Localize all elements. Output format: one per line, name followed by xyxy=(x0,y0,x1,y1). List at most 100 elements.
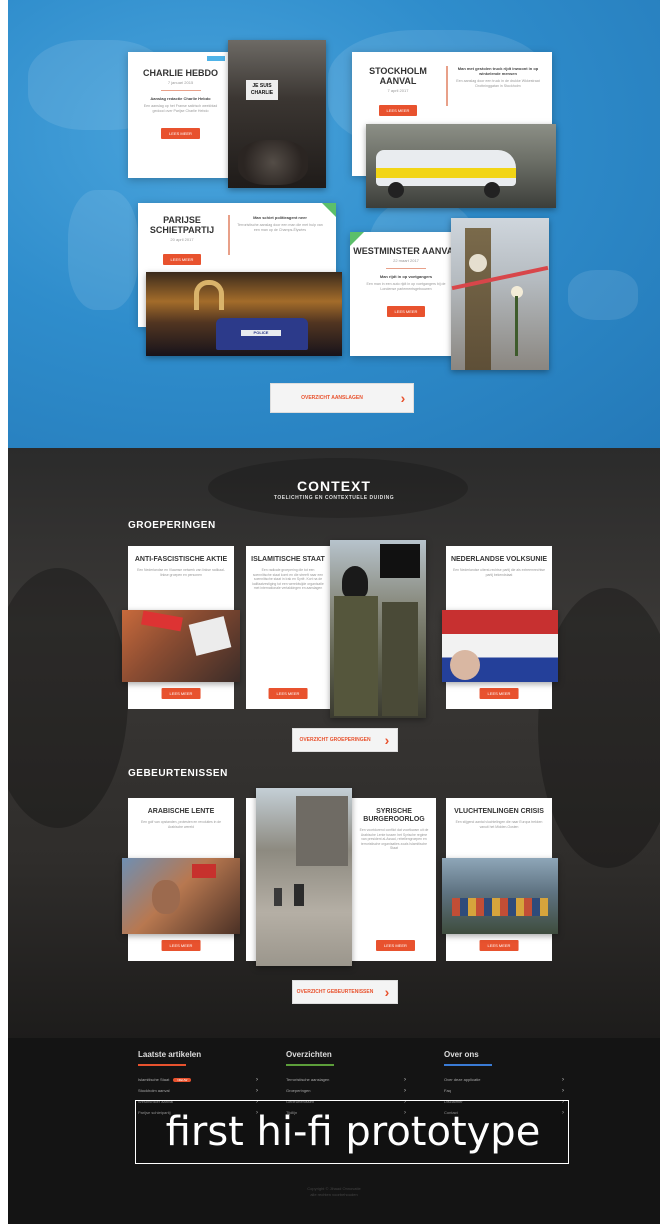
card-date: 20 april 2017 xyxy=(170,237,194,242)
attack-card-westminster[interactable]: WESTMINSTER AANVAL 22 maart 2017 Man rij… xyxy=(350,232,462,356)
card-title: CHARLIE HEBDO xyxy=(142,68,218,78)
footer-link[interactable]: Groeperingen › xyxy=(286,1085,406,1096)
new-badge: NIEUW xyxy=(173,1078,192,1082)
footer-heading: Overzichten xyxy=(286,1050,332,1059)
big-ben-tower xyxy=(465,228,491,370)
police-car-stripe xyxy=(376,168,516,178)
big-ben-photo xyxy=(451,218,549,370)
chevron-right-icon: › xyxy=(562,1087,564,1094)
clock-face xyxy=(469,254,487,272)
footer-link-label: Over deze applicatie xyxy=(444,1077,481,1082)
groups-heading: GROEPERINGEN xyxy=(128,520,216,531)
card-title: ARABISCHE LENTE xyxy=(147,808,215,815)
card-divider xyxy=(228,215,230,255)
read-more-button[interactable]: LEES MEER xyxy=(376,940,415,951)
read-more-button[interactable]: LEES MEER xyxy=(162,254,202,265)
attack-card-charlie-hebdo[interactable]: CHARLIE HEBDO 7 januari 2015 Aanslag red… xyxy=(128,52,233,178)
card-title: PARIJSE SCHIETPARTIJ xyxy=(149,215,215,235)
card-subtitle: Aanslag redactie Charlie Hebdo xyxy=(150,96,211,101)
fighter-body xyxy=(382,602,418,716)
read-more-button[interactable]: LEES MEER xyxy=(161,688,201,699)
stockholm-police-car-photo xyxy=(366,124,556,208)
chevron-right-icon: › xyxy=(404,1087,406,1094)
card-text: Een stijgend aantal vluchtelingen die na… xyxy=(455,820,543,829)
overview-groups-label: OVERZICHT GROEPERINGEN xyxy=(299,737,371,743)
card-date: 22 maart 2017 xyxy=(393,258,419,263)
crowd-shape xyxy=(238,140,308,185)
islamic-state-fighters-photo xyxy=(330,540,426,718)
charlie-hebdo-photo: JE SUIS CHARLIE xyxy=(228,40,326,188)
footer-link-label: Islamitische Staat xyxy=(138,1077,170,1082)
caption-text: first hi-fi prototype xyxy=(165,1109,541,1155)
police-label: POLICE xyxy=(241,330,281,336)
attacks-hero: CHARLIE HEBDO 7 januari 2015 Aanslag red… xyxy=(8,0,660,448)
card-title: STOCKHOLM AANVAL xyxy=(369,66,427,86)
ruined-building xyxy=(296,796,348,866)
overview-events-button[interactable]: OVERZICHT GEBEURTENISSEN › xyxy=(292,980,398,1004)
world-map-south-america xyxy=(68,190,138,310)
card-divider xyxy=(160,90,201,91)
read-more-button[interactable]: LEES MEER xyxy=(378,105,418,116)
card-text: Een voortdurend conflict dat voortkwam u… xyxy=(359,828,429,850)
read-more-button[interactable]: LEES MEER xyxy=(161,128,200,139)
footer-link[interactable]: Faq › xyxy=(444,1085,564,1096)
je-suis-charlie-sign: JE SUIS CHARLIE xyxy=(246,80,278,100)
page: CHARLIE HEBDO 7 januari 2015 Aanslag red… xyxy=(8,0,660,1224)
card-date: 7 januari 2015 xyxy=(167,80,194,85)
flag xyxy=(192,864,216,878)
footer-link-label: Faq xyxy=(444,1088,451,1093)
person xyxy=(294,884,304,906)
footer-heading: Laatste artikelen xyxy=(138,1050,202,1059)
chevron-right-icon: › xyxy=(400,390,406,406)
read-more-button[interactable]: LEES MEER xyxy=(268,688,308,699)
footer-rule xyxy=(138,1064,186,1066)
card-text: Terroristische aanslag door een man die … xyxy=(237,223,323,232)
wheel xyxy=(388,182,404,198)
background-crowd xyxy=(8,568,128,828)
rose-stem xyxy=(515,296,518,356)
footer-link-label: Terroristische aanslagen xyxy=(286,1077,330,1082)
card-subtitle: Man met gestolen truck rijdt inwoont in … xyxy=(457,66,539,76)
card-tag xyxy=(207,56,225,61)
arab-spring-protest-photo xyxy=(122,858,240,934)
card-text: Een Nederlandse en Vlaamse netwerk van l… xyxy=(137,568,225,577)
card-text: Een aanslag door een truck in de drukke … xyxy=(456,79,540,88)
read-more-button[interactable]: LEES MEER xyxy=(479,940,519,951)
chevron-right-icon: › xyxy=(256,1076,258,1083)
nvu-flag-photo xyxy=(442,610,558,682)
read-more-button[interactable]: LEES MEER xyxy=(386,306,426,317)
footer-link[interactable]: Stockholm aanval › xyxy=(138,1085,258,1096)
card-text: Een golf van opstanden, protesten en rev… xyxy=(140,820,222,829)
card-title: ANTI-FASCISTISCHE AKTIE xyxy=(134,556,228,563)
context-title: CONTEXT xyxy=(297,478,371,494)
card-text: Een Nederlandse uiterst-rechtse partij d… xyxy=(453,568,545,577)
chevron-right-icon: › xyxy=(404,1076,406,1083)
arc-de-triomphe xyxy=(194,280,224,310)
overview-attacks-label: OVERZICHT AANSLAGEN xyxy=(301,395,363,401)
card-date: 7 april 2017 xyxy=(387,88,409,93)
protest-banner xyxy=(141,610,183,632)
footer-link[interactable]: Over deze applicatie › xyxy=(444,1074,564,1085)
card-title: ISLAMITISCHE STAAT xyxy=(251,556,325,563)
overview-groups-button[interactable]: OVERZICHT GROEPERINGEN › xyxy=(292,728,398,752)
card-text: Een aanslag op het Franse satirisch week… xyxy=(143,104,218,113)
wheel xyxy=(484,182,500,198)
context-subtitle: TOELICHTING EN CONTEXTUELE DUIDING xyxy=(273,495,395,501)
protest-sign xyxy=(188,616,232,656)
events-heading: GEBEURTENISSEN xyxy=(128,768,228,779)
refugee-crowd xyxy=(452,898,548,916)
card-divider xyxy=(386,268,426,269)
overview-attacks-button[interactable]: OVERZICHT AANSLAGEN › xyxy=(270,383,414,413)
fighter-head xyxy=(342,566,368,598)
read-more-button[interactable]: LEES MEER xyxy=(161,940,201,951)
read-more-button[interactable]: LEES MEER xyxy=(479,688,519,699)
footer-link[interactable]: Terroristische aanslagen › xyxy=(286,1074,406,1085)
card-title: SYRISCHE BURGEROORLOG xyxy=(363,808,425,823)
syria-rubble-photo xyxy=(256,788,352,966)
card-subtitle: Man schiet politieagent neer xyxy=(253,215,307,220)
context-section: CONTEXT TOELICHTING EN CONTEXTUELE DUIDI… xyxy=(8,448,660,1038)
footer-link[interactable]: Islamitische Staat NIEUW › xyxy=(138,1074,258,1085)
group-card-islamic-state[interactable]: ISLAMITISCHE STAAT Een radicale groeperi… xyxy=(246,546,330,709)
card-corner-tag xyxy=(350,232,364,246)
refugees-photo xyxy=(442,858,558,934)
